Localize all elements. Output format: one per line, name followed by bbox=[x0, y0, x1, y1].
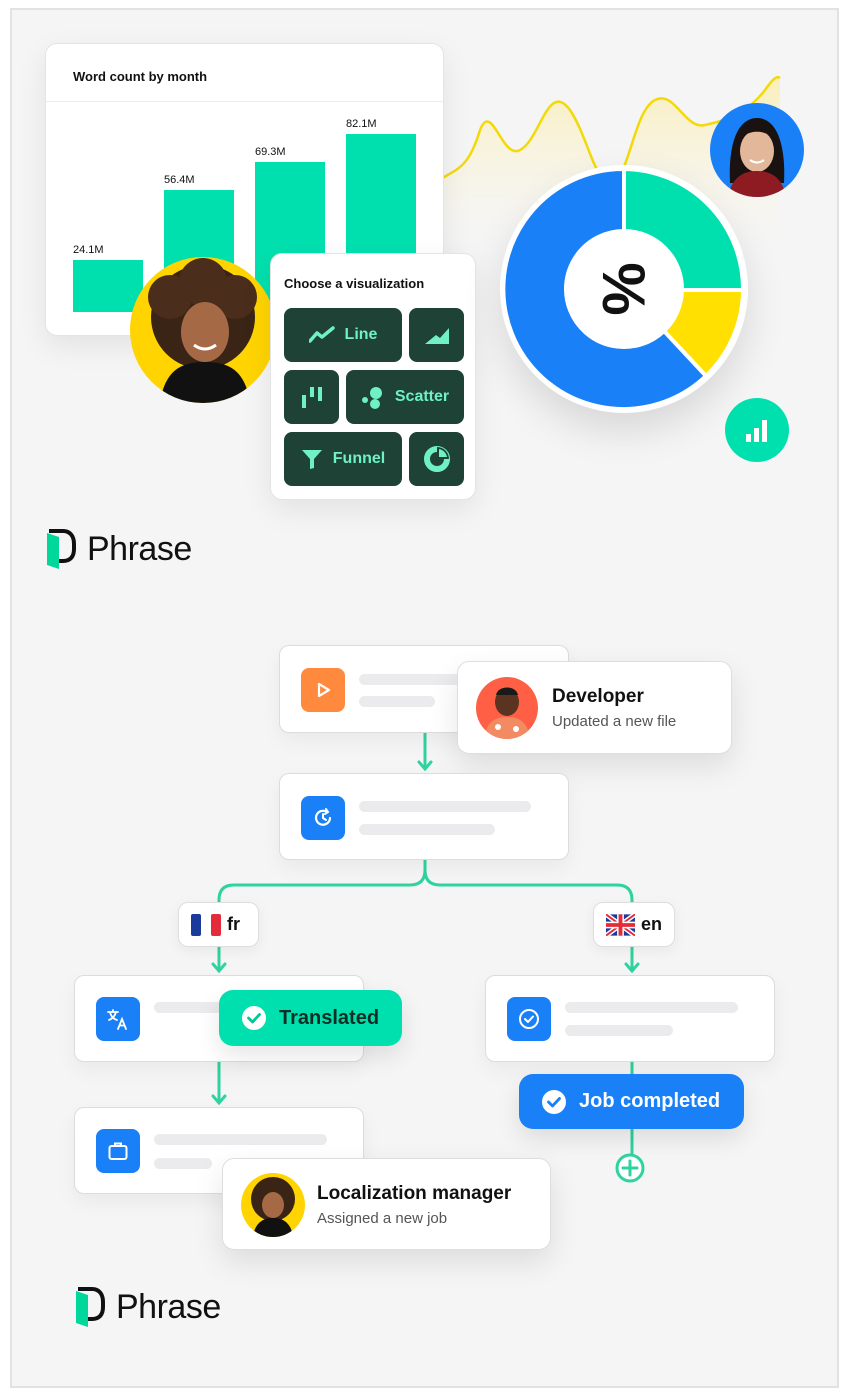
language-pill-fr[interactable]: fr bbox=[178, 902, 259, 947]
check-circle-icon bbox=[242, 1006, 266, 1030]
france-flag-icon bbox=[191, 913, 221, 936]
play-icon bbox=[301, 668, 345, 712]
placeholder-line bbox=[359, 824, 495, 835]
placeholder-line bbox=[359, 696, 435, 707]
avatar-localization-manager bbox=[241, 1173, 305, 1237]
placeholder-line bbox=[565, 1025, 673, 1036]
language-code-fr: fr bbox=[227, 914, 240, 934]
phrase-logo-bottom: Phrase bbox=[74, 1285, 221, 1329]
placeholder-line bbox=[359, 801, 531, 812]
briefcase-icon bbox=[96, 1129, 140, 1173]
placeholder-line bbox=[154, 1158, 212, 1169]
language-code-en: en bbox=[640, 914, 662, 934]
job-completed-label: Job completed bbox=[579, 1090, 721, 1112]
localization-manager-title: Localization manager bbox=[317, 1183, 512, 1204]
placeholder-line bbox=[154, 1134, 327, 1145]
phrase-logo-icon bbox=[76, 1287, 105, 1327]
phrase-logo-text: Phrase bbox=[116, 1287, 221, 1326]
check-circle-icon bbox=[507, 997, 551, 1041]
placeholder-line bbox=[565, 1002, 738, 1013]
check-circle-icon bbox=[542, 1089, 566, 1114]
developer-notification[interactable]: Developer Updated a new file bbox=[457, 661, 732, 754]
clock-refresh-icon bbox=[301, 796, 345, 840]
language-pill-en[interactable]: en bbox=[593, 902, 675, 947]
uk-flag-icon bbox=[606, 913, 635, 936]
avatar-developer bbox=[476, 677, 538, 739]
job-completed-status-pill: Job completed bbox=[519, 1074, 744, 1129]
workflow-step-schedule[interactable] bbox=[279, 773, 569, 860]
developer-title: Developer bbox=[552, 686, 644, 707]
localization-manager-subtitle: Assigned a new job bbox=[317, 1210, 448, 1227]
translated-label: Translated bbox=[279, 1006, 380, 1029]
translate-icon bbox=[96, 997, 140, 1041]
developer-subtitle: Updated a new file bbox=[552, 713, 677, 730]
translated-status-pill: Translated bbox=[219, 990, 402, 1046]
localization-manager-notification[interactable]: Localization manager Assigned a new job bbox=[222, 1158, 551, 1250]
workflow-step-review[interactable] bbox=[485, 975, 775, 1062]
